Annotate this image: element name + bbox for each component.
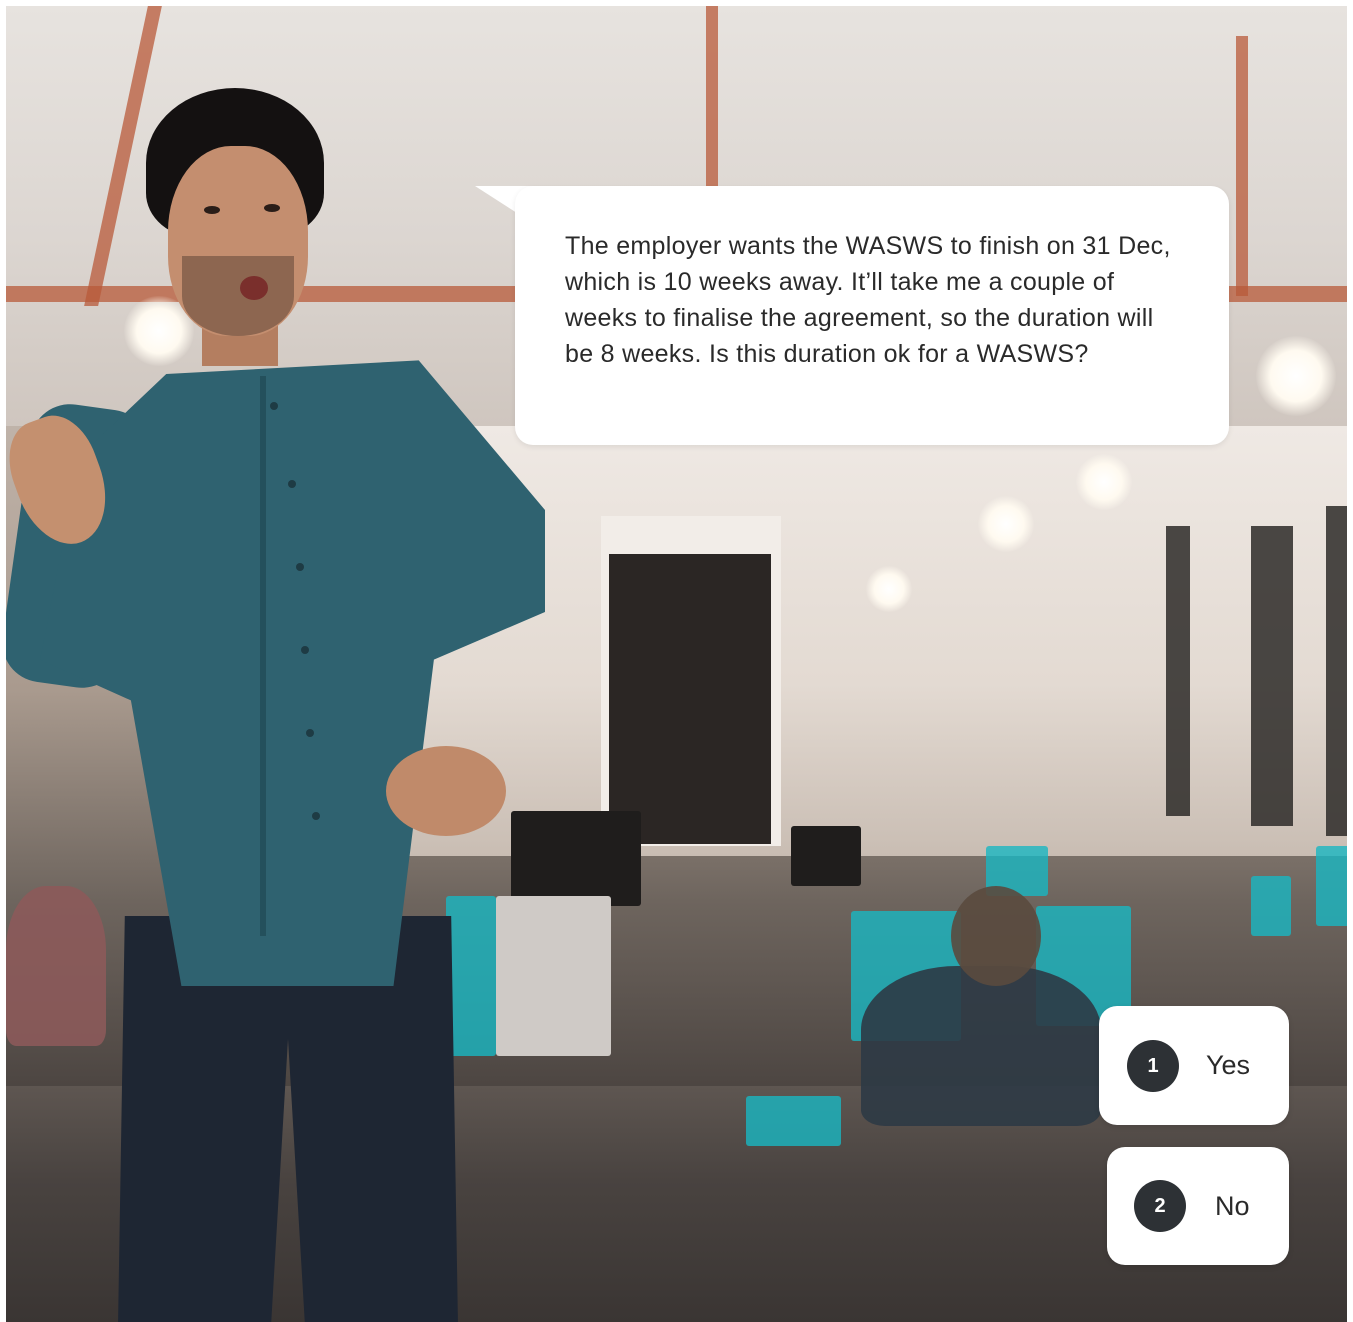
monitor <box>746 1096 841 1146</box>
speech-text: The employer wants the WASWS to finish o… <box>565 232 1171 368</box>
pendant-lamp-icon <box>1256 336 1336 416</box>
shirt-button <box>288 480 296 488</box>
presenter-mouth <box>240 276 268 300</box>
monitor <box>791 826 861 886</box>
option-label: Yes <box>1206 1050 1251 1080</box>
presenter-figure <box>6 6 566 1322</box>
shirt-button <box>306 729 314 737</box>
presenter-eye <box>204 206 220 214</box>
doorway <box>609 554 771 844</box>
option-yes-button[interactable]: 1 Yes <box>1099 1006 1289 1125</box>
shirt-button <box>296 563 304 571</box>
shirt-button <box>301 646 309 654</box>
presenter-eye <box>264 204 280 212</box>
option-number-badge: 1 <box>1127 1040 1179 1092</box>
coworker-head <box>951 886 1041 986</box>
pendant-lamp-icon <box>866 566 912 612</box>
shirt-button <box>270 402 278 410</box>
pendant-lamp-icon <box>1076 454 1132 510</box>
monitor <box>1251 876 1291 936</box>
presenter-shirt <box>40 360 545 986</box>
option-label: No <box>1215 1191 1250 1221</box>
office-window <box>1326 506 1347 836</box>
shirt-placket <box>260 376 266 936</box>
pendant-lamp-icon <box>978 496 1034 552</box>
presenter-hand <box>386 746 506 836</box>
office-window <box>1166 526 1190 816</box>
ceiling-pipe <box>1236 36 1248 296</box>
shirt-button <box>312 812 320 820</box>
option-number-badge: 2 <box>1134 1180 1186 1232</box>
coworker <box>861 966 1101 1126</box>
office-window <box>1251 526 1293 826</box>
monitor <box>1316 846 1347 926</box>
presenter-stubble <box>182 256 294 336</box>
option-no-button[interactable]: 2 No <box>1107 1147 1289 1265</box>
